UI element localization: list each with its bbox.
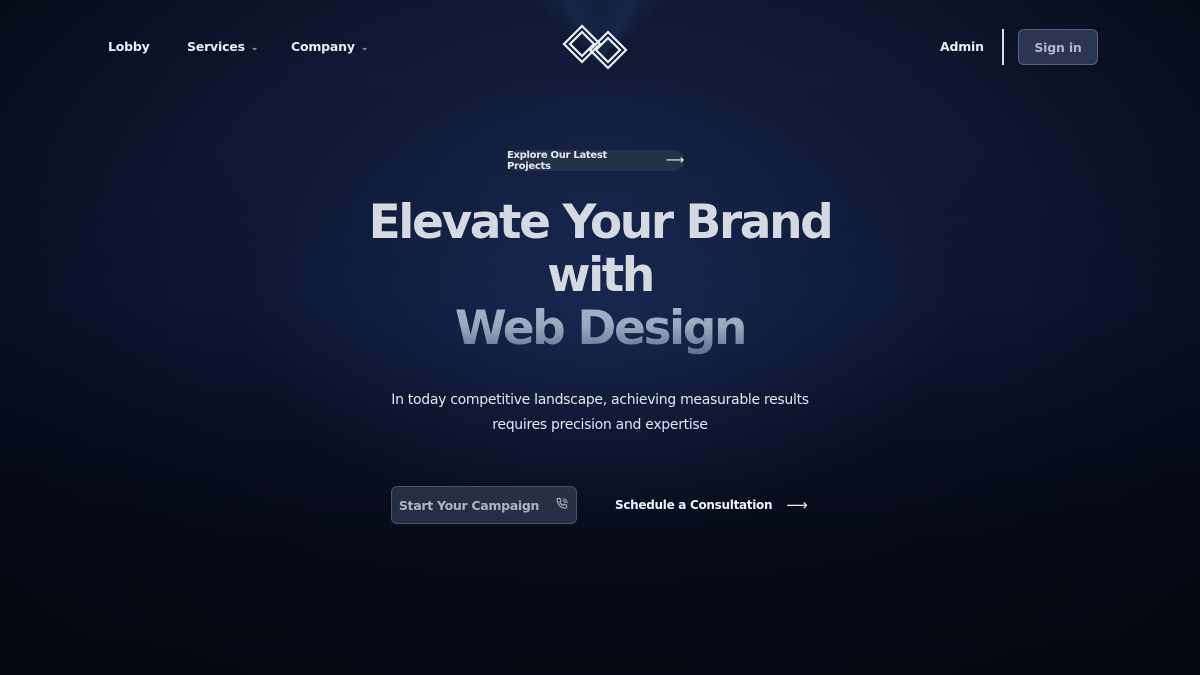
- nav-admin[interactable]: Admin: [940, 39, 984, 54]
- schedule-consultation-label: Schedule a Consultation: [615, 498, 773, 512]
- top-navigation: Lobby Services ⌄ Company ⌄ Admin Sign in: [0, 0, 1200, 94]
- headline-line-1: Elevate Your Brand: [368, 195, 834, 250]
- subtitle-line-1: In today competitive landscape, achievin…: [391, 392, 809, 408]
- phone-icon: [555, 497, 569, 514]
- start-campaign-button[interactable]: Start Your Campaign: [391, 486, 577, 524]
- arrow-right-icon: ⟶: [665, 153, 685, 168]
- start-campaign-label: Start Your Campaign: [398, 497, 540, 513]
- explore-projects-pill[interactable]: Explore Our Latest Projects ⟶: [507, 149, 685, 172]
- headline-line-2: with: [547, 248, 655, 303]
- sign-in-button[interactable]: Sign in: [1018, 29, 1098, 65]
- hero-subtitle: In today competitive landscape, achievin…: [0, 388, 1200, 438]
- nav-services-label: Services: [187, 39, 245, 54]
- nav-lobby[interactable]: Lobby: [108, 39, 150, 54]
- hero-headline: Elevate Your Brand with Web Design: [0, 196, 1200, 355]
- headline-line-3: Web Design: [0, 302, 1200, 355]
- chevron-down-icon: ⌄: [250, 42, 259, 53]
- schedule-consultation-link[interactable]: Schedule a Consultation ⟶: [615, 496, 808, 514]
- brand-logo-icon[interactable]: [562, 22, 628, 72]
- nav-company-label: Company: [291, 39, 355, 54]
- nav-company-dropdown[interactable]: Company ⌄: [291, 39, 368, 54]
- sign-in-label: Sign in: [1034, 39, 1082, 55]
- nav-services-dropdown[interactable]: Services ⌄: [187, 39, 258, 54]
- nav-divider: [1002, 29, 1004, 65]
- chevron-down-icon: ⌄: [360, 42, 369, 53]
- nav-lobby-label: Lobby: [108, 39, 150, 54]
- explore-projects-label: Explore Our Latest Projects: [507, 149, 607, 172]
- subtitle-line-2: requires precision and expertise: [492, 417, 708, 433]
- nav-admin-label: Admin: [940, 39, 984, 54]
- arrow-right-icon: ⟶: [786, 496, 808, 514]
